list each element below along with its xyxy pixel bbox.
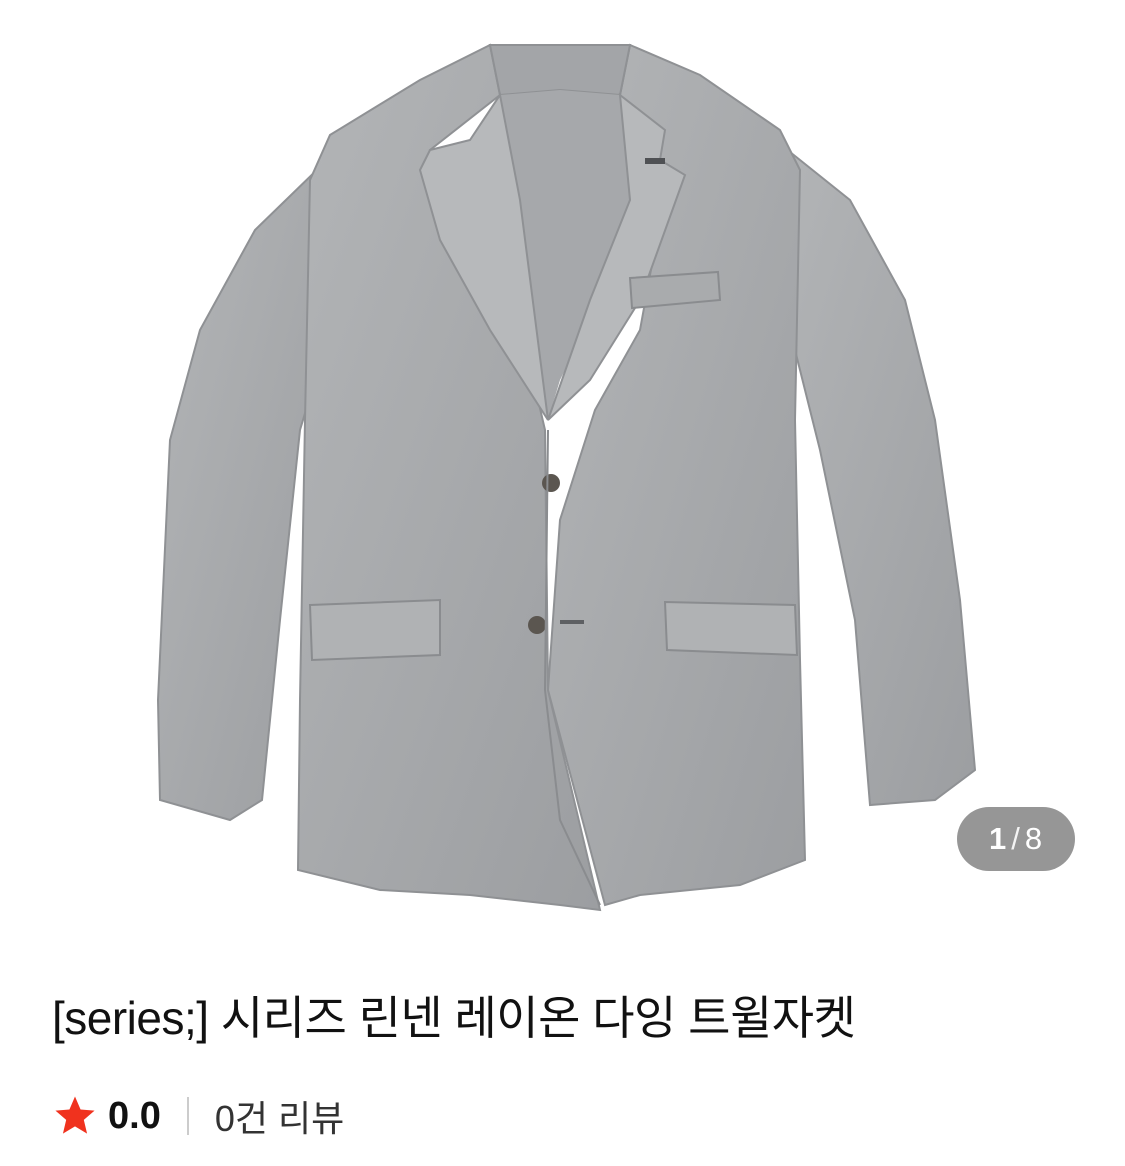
review-count-link[interactable]: 0건 리뷰: [215, 1090, 344, 1142]
jacket-illustration: [156, 43, 977, 912]
product-image[interactable]: 1 / 8: [0, 0, 1125, 930]
rating-value: 0.0: [108, 1094, 161, 1137]
current-page: 1: [988, 821, 1008, 856]
page-separator: /: [1011, 821, 1021, 856]
total-pages: 8: [1024, 821, 1044, 856]
image-page-indicator: 1 / 8: [957, 807, 1075, 871]
rating-row[interactable]: 0.0 0건 리뷰: [52, 1090, 344, 1142]
product-title: [series;] 시리즈 린넨 레이온 다잉 트윌자켓: [52, 992, 856, 1044]
star-icon: [55, 1096, 95, 1134]
rating-divider: [186, 1097, 189, 1135]
